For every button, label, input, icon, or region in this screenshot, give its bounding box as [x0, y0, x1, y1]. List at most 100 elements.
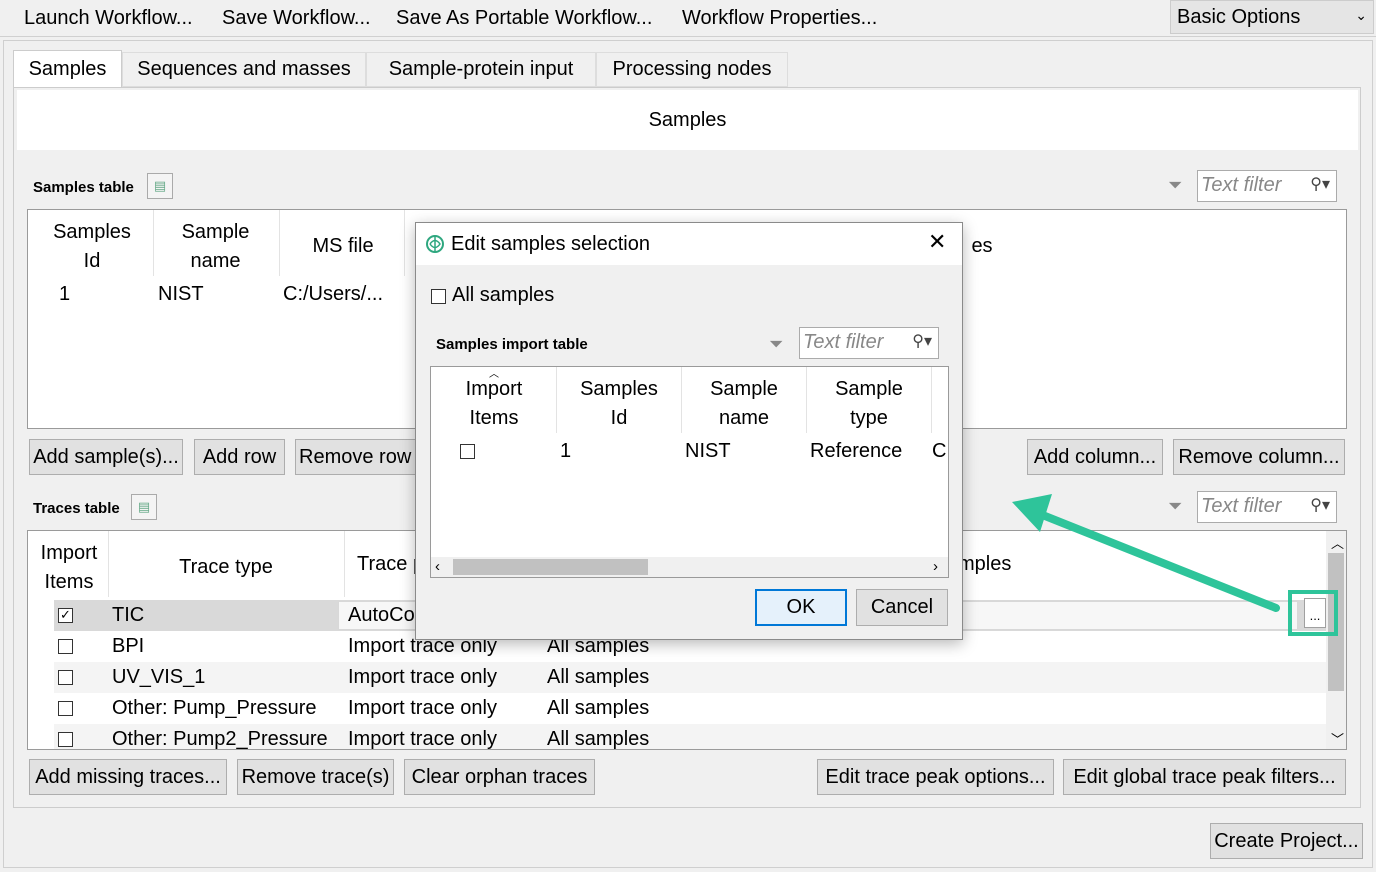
trace-checkbox[interactable]	[58, 732, 73, 747]
tab-sequences[interactable]: Sequences and masses	[122, 52, 366, 87]
column-header[interactable]: es	[962, 232, 1002, 261]
traces-table-title: Traces table	[33, 500, 120, 517]
samples-import-table-title: Samples import table	[436, 336, 588, 353]
close-icon[interactable]: ✕	[928, 229, 946, 255]
column-divider	[931, 367, 932, 433]
samples-filter-input[interactable]: Text filter ⚲▾	[1197, 170, 1337, 202]
column-header[interactable]: Sample name	[158, 218, 273, 276]
column-header[interactable]: Trace type	[110, 553, 342, 582]
dialog-title: Edit samples selection	[451, 233, 650, 255]
options-select-value: Basic Options	[1177, 6, 1301, 28]
trace-checkbox[interactable]	[58, 639, 73, 654]
annotation-arrow	[1012, 494, 1280, 612]
samples-import-table: ︿ Import Items Samples Id Sample name Sa…	[430, 366, 949, 578]
column-divider	[153, 210, 154, 276]
trace-processing-cell[interactable]: Import trace only	[348, 728, 497, 749]
trace-type-cell[interactable]: TIC	[112, 604, 144, 627]
highlight-box	[1288, 590, 1338, 636]
trace-samples-cell[interactable]: All samples	[547, 728, 649, 749]
app-logo-icon	[426, 235, 444, 253]
trace-type-cell[interactable]: BPI	[112, 635, 144, 658]
column-header[interactable]: Import Items	[433, 375, 555, 433]
tab-label: Samples	[28, 58, 107, 80]
scroll-up-icon[interactable]: ︿	[1331, 533, 1344, 552]
column-header[interactable]: Samples Id	[38, 218, 146, 276]
section-title: Samples	[648, 108, 727, 131]
table-cell[interactable]: 1	[560, 440, 571, 463]
table-cell[interactable]: C:/Users/...	[283, 283, 383, 306]
column-divider	[344, 531, 345, 597]
filter-funnel-icon: ⏷	[769, 334, 784, 354]
column-header[interactable]: Samples Id	[557, 375, 681, 433]
all-samples-label: All samples	[452, 284, 555, 306]
clear-orphan-traces-button[interactable]: Clear orphan traces	[404, 759, 595, 795]
all-samples-checkbox[interactable]	[431, 289, 446, 304]
edit-trace-peak-options-button[interactable]: Edit trace peak options...	[817, 759, 1054, 795]
launch-workflow-button[interactable]: Launch Workflow...	[24, 0, 193, 36]
add-column-button[interactable]: Add column...	[1027, 439, 1163, 475]
column-divider	[404, 210, 405, 276]
scroll-right-icon[interactable]: ›	[933, 558, 938, 575]
add-row-button[interactable]: Add row	[194, 439, 285, 475]
remove-column-button[interactable]: Remove column...	[1173, 439, 1345, 475]
column-header[interactable]: MS file	[283, 232, 403, 261]
search-icon[interactable]: ⚲▾	[1310, 174, 1330, 194]
trace-samples-cell[interactable]: All samples	[547, 697, 649, 720]
section-header: Samples	[17, 90, 1358, 150]
search-icon[interactable]: ⚲▾	[912, 331, 932, 351]
sample-import-checkbox[interactable]	[460, 444, 475, 459]
column-header[interactable]: Sample type	[807, 375, 931, 433]
edit-global-trace-peak-filters-button[interactable]: Edit global trace peak filters...	[1063, 759, 1346, 795]
scroll-left-icon[interactable]: ‹	[435, 558, 440, 575]
trace-checkbox[interactable]	[58, 701, 73, 716]
export-table-icon[interactable]: ▤	[147, 173, 173, 199]
save-as-portable-button[interactable]: Save As Portable Workflow...	[396, 0, 652, 36]
scroll-down-icon[interactable]: ﹀	[1331, 729, 1344, 748]
table-cell[interactable]: NIST	[158, 283, 204, 306]
create-project-button[interactable]: Create Project...	[1210, 823, 1363, 859]
trace-processing-cell[interactable]: Import trace only	[348, 666, 497, 689]
tab-processing-nodes[interactable]: Processing nodes	[596, 52, 788, 87]
trace-type-cell[interactable]: Other: Pump_Pressure	[112, 697, 317, 720]
trace-processing-cell[interactable]: Import trace only	[348, 697, 497, 720]
filter-funnel-icon: ⏷	[1168, 175, 1183, 195]
tab-label: Sequences and masses	[137, 58, 351, 80]
chevron-down-icon: ⌄	[1355, 7, 1367, 23]
add-missing-traces-button[interactable]: Add missing traces...	[29, 759, 227, 795]
column-header[interactable]: Trace p	[357, 553, 424, 576]
edit-samples-dialog: Edit samples selection ✕ All samples Sam…	[415, 222, 963, 640]
save-workflow-button[interactable]: Save Workflow...	[222, 0, 371, 36]
tab-sample-protein[interactable]: Sample-protein input	[366, 52, 596, 87]
trace-checkbox-checked[interactable]: ✓	[58, 608, 73, 623]
table-cell[interactable]: 1	[59, 283, 70, 306]
scrollbar-thumb[interactable]	[453, 559, 648, 575]
filter-placeholder: Text filter	[1201, 174, 1282, 196]
dialog-filter-input[interactable]: Text filter ⚲▾	[799, 327, 939, 359]
toolbar: Launch Workflow... Save Workflow... Save…	[0, 0, 1376, 36]
trace-processing-cell[interactable]: AutoCo	[348, 604, 415, 627]
column-divider	[108, 531, 109, 597]
options-select[interactable]: Basic Options ⌄	[1170, 0, 1374, 34]
column-header[interactable]: Sample name	[682, 375, 806, 433]
trace-samples-cell[interactable]: All samples	[547, 666, 649, 689]
search-icon[interactable]: ⚲▾	[1310, 495, 1330, 515]
toolbar-divider	[0, 36, 1376, 37]
ok-button[interactable]: OK	[755, 589, 847, 626]
remove-row-button[interactable]: Remove row	[295, 439, 417, 475]
table-cell[interactable]: C:	[932, 440, 948, 463]
tab-samples[interactable]: Samples	[13, 50, 122, 88]
export-table-icon[interactable]: ▤	[131, 494, 157, 520]
remove-traces-button[interactable]: Remove trace(s)	[237, 759, 394, 795]
table-cell[interactable]: Reference	[810, 440, 902, 463]
trace-type-cell[interactable]: UV_VIS_1	[112, 666, 205, 689]
table-row-stripe	[54, 662, 1326, 693]
tab-label: Sample-protein input	[388, 58, 574, 80]
table-cell[interactable]: NIST	[685, 440, 731, 463]
trace-checkbox[interactable]	[58, 670, 73, 685]
samples-table-title: Samples table	[33, 179, 134, 196]
add-samples-button[interactable]: Add sample(s)...	[29, 439, 183, 475]
trace-type-cell[interactable]: Other: Pump2_Pressure	[112, 728, 328, 749]
column-header[interactable]: Import Items	[30, 539, 108, 597]
workflow-properties-button[interactable]: Workflow Properties...	[682, 0, 877, 36]
cancel-button[interactable]: Cancel	[856, 589, 948, 626]
